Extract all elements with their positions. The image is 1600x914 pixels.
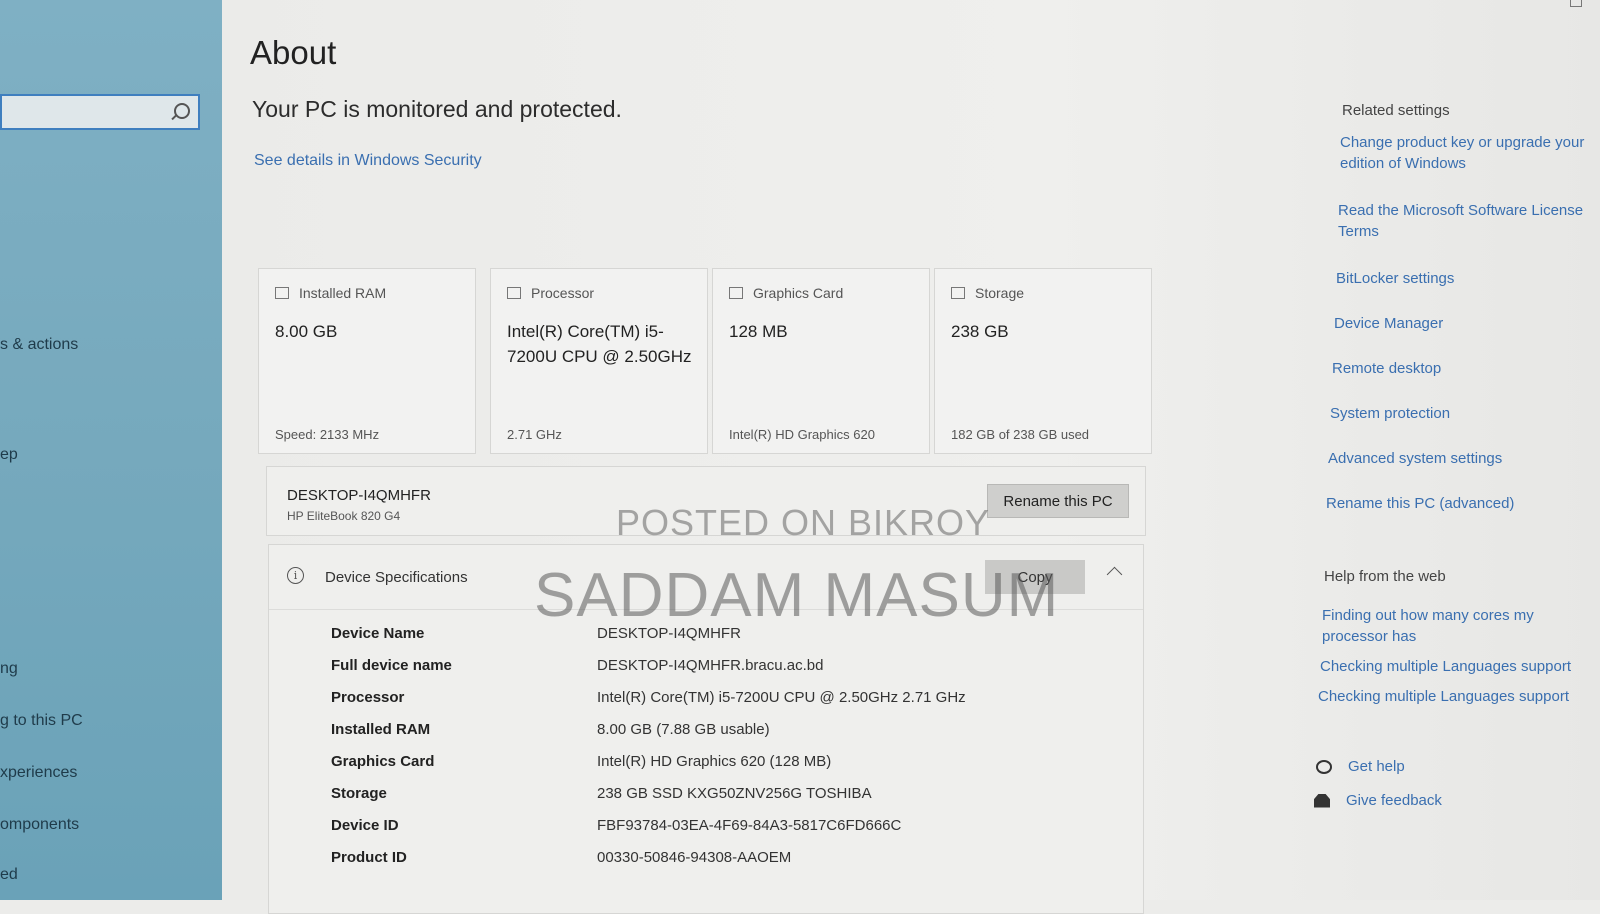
link-languages-support-2[interactable]: Checking multiple Languages support	[1318, 686, 1598, 707]
spec-label: Device ID	[331, 817, 399, 834]
link-languages-support[interactable]: Checking multiple Languages support	[1320, 656, 1600, 677]
spec-value: Intel(R) Core(TM) i5-7200U CPU @ 2.50GHz…	[597, 689, 966, 706]
feedback-person-icon	[1314, 793, 1330, 808]
link-device-manager[interactable]: Device Manager	[1334, 313, 1600, 334]
specs-header: i Device Specifications Copy	[269, 545, 1143, 610]
search-icon[interactable]	[174, 103, 190, 119]
sidebar: s & actions ep ng g to this PC xperience…	[0, 0, 222, 900]
card-value: 8.00 GB	[275, 322, 338, 341]
card-value: 128 MB	[729, 322, 788, 341]
card-header: Processor	[507, 285, 594, 301]
spec-label: Product ID	[331, 849, 407, 866]
rename-pc-button[interactable]: Rename this PC	[987, 484, 1129, 518]
link-system-protection[interactable]: System protection	[1330, 403, 1600, 424]
storage-icon	[951, 287, 965, 299]
pc-model: HP EliteBook 820 G4	[287, 509, 401, 523]
card-header: Storage	[951, 285, 1024, 301]
link-rename-pc-advanced[interactable]: Rename this PC (advanced)	[1326, 493, 1600, 514]
processor-icon	[507, 287, 521, 299]
spec-row: Storage 238 GB SSD KXG50ZNV256G TOSHIBA	[331, 785, 1111, 815]
give-feedback-link[interactable]: Give feedback	[1314, 792, 1442, 809]
related-settings-heading: Related settings	[1342, 102, 1450, 119]
spec-label: Storage	[331, 785, 387, 802]
link-remote-desktop[interactable]: Remote desktop	[1332, 358, 1600, 379]
info-icon: i	[287, 567, 304, 584]
chat-bubble-icon	[1316, 759, 1332, 774]
card-title: Graphics Card	[753, 285, 844, 301]
sidebar-item-projecting[interactable]: g to this PC	[0, 712, 83, 730]
device-specifications-panel: i Device Specifications Copy Device Name…	[268, 544, 1144, 914]
window-corner-icon	[1570, 0, 1582, 7]
spec-row: Full device name DESKTOP-I4QMHFR.bracu.a…	[331, 657, 1111, 687]
link-change-product-key[interactable]: Change product key or upgrade your editi…	[1340, 132, 1600, 174]
spec-row: Device Name DESKTOP-I4QMHFR	[331, 625, 1111, 655]
spec-value: 8.00 GB (7.88 GB usable)	[597, 721, 770, 738]
pc-name-box: DESKTOP-I4QMHFR HP EliteBook 820 G4 Rena…	[266, 466, 1146, 536]
spec-value: Intel(R) HD Graphics 620 (128 MB)	[597, 753, 832, 770]
search-input[interactable]	[0, 94, 200, 130]
card-title: Installed RAM	[299, 285, 387, 301]
spec-label: Graphics Card	[331, 753, 435, 770]
sidebar-item-components[interactable]: omponents	[0, 816, 79, 834]
spec-value: DESKTOP-I4QMHFR.bracu.ac.bd	[597, 657, 824, 674]
sidebar-item-clipboard[interactable]: ed	[0, 866, 18, 884]
spec-row: Installed RAM 8.00 GB (7.88 GB usable)	[331, 721, 1111, 751]
spec-row: Processor Intel(R) Core(TM) i5-7200U CPU…	[331, 689, 1111, 719]
copy-button[interactable]: Copy	[985, 560, 1085, 594]
link-license-terms[interactable]: Read the Microsoft Software License Term…	[1338, 200, 1600, 242]
sidebar-item-shared-experiences[interactable]: xperiences	[0, 764, 77, 782]
spec-value: 00330-50846-94308-AAOEM	[597, 849, 792, 866]
spec-label: Full device name	[331, 657, 452, 674]
spec-value: DESKTOP-I4QMHFR	[597, 625, 741, 642]
card-title: Storage	[975, 285, 1025, 301]
card-value: 238 GB	[951, 322, 1009, 341]
link-how-many-cores[interactable]: Finding out how many cores my processor …	[1322, 605, 1552, 647]
card-subtext: Intel(R) HD Graphics 620	[729, 427, 875, 442]
sidebar-item-notifications[interactable]: s & actions	[0, 336, 78, 354]
spec-value: FBF93784-03EA-4F69-84A3-5817C6FD666C	[597, 817, 902, 834]
get-help-label: Get help	[1348, 758, 1405, 775]
chevron-up-icon[interactable]	[1106, 566, 1123, 583]
spec-label: Device Name	[331, 625, 425, 642]
card-header: Installed RAM	[275, 285, 386, 301]
spec-value: 238 GB SSD KXG50ZNV256G TOSHIBA	[597, 785, 872, 802]
spec-row: Graphics Card Intel(R) HD Graphics 620 (…	[331, 753, 1111, 783]
windows-security-link[interactable]: See details in Windows Security	[254, 152, 482, 170]
link-advanced-system-settings[interactable]: Advanced system settings	[1328, 448, 1600, 469]
help-from-web-heading: Help from the web	[1324, 568, 1446, 585]
card-installed-ram: Installed RAM 8.00 GB Speed: 2133 MHz	[258, 268, 476, 454]
give-feedback-label: Give feedback	[1346, 792, 1442, 809]
card-processor: Processor Intel(R) Core(TM) i5-7200U CPU…	[490, 268, 708, 454]
card-storage: Storage 238 GB 182 GB of 238 GB used	[934, 268, 1152, 454]
card-title: Processor	[531, 285, 595, 301]
pc-name: DESKTOP-I4QMHFR	[287, 487, 431, 504]
card-graphics-card: Graphics Card 128 MB Intel(R) HD Graphic…	[712, 268, 930, 454]
card-subtext: Speed: 2133 MHz	[275, 427, 380, 442]
card-subtext: 2.71 GHz	[507, 427, 562, 442]
ram-icon	[275, 287, 289, 299]
card-value: Intel(R) Core(TM) i5-7200U CPU @ 2.50GHz	[507, 322, 692, 366]
page-title: About	[250, 34, 337, 71]
sidebar-item-sleep[interactable]: ep	[0, 446, 18, 464]
spec-row: Product ID 00330-50846-94308-AAOEM	[331, 849, 1111, 879]
link-bitlocker-settings[interactable]: BitLocker settings	[1336, 268, 1600, 289]
graphics-card-icon	[729, 287, 743, 299]
protection-status: Your PC is monitored and protected.	[252, 96, 622, 122]
sidebar-item-multitasking[interactable]: ng	[0, 660, 18, 678]
card-subtext: 182 GB of 238 GB used	[951, 427, 1090, 442]
specs-title: Device Specifications	[325, 569, 468, 586]
spec-row: Device ID FBF93784-03EA-4F69-84A3-5817C6…	[331, 817, 1111, 847]
spec-label: Processor	[331, 689, 405, 706]
spec-label: Installed RAM	[331, 721, 431, 738]
related-settings-panel: Related settings Change product key or u…	[1300, 0, 1600, 900]
card-header: Graphics Card	[729, 285, 843, 301]
get-help-link[interactable]: Get help	[1316, 758, 1405, 775]
